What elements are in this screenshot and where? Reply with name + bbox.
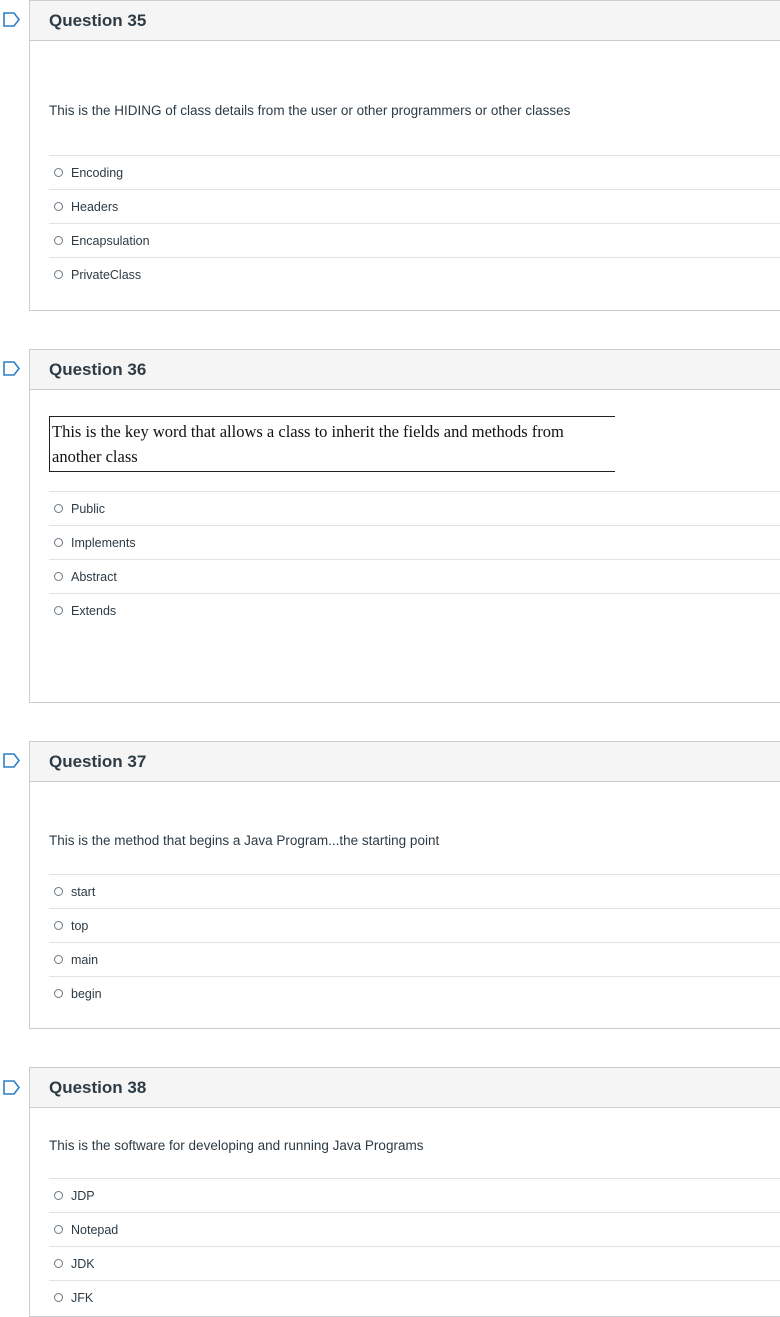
- radio-button-icon[interactable]: [54, 921, 63, 930]
- answer-label: main: [71, 952, 99, 967]
- answer-option[interactable]: begin: [49, 976, 780, 1010]
- radio-button-icon[interactable]: [54, 168, 63, 177]
- radio-button-icon[interactable]: [54, 236, 63, 245]
- answer-label: begin: [71, 986, 102, 1001]
- radio-button-icon[interactable]: [54, 270, 63, 279]
- answer-option[interactable]: Encoding: [49, 155, 780, 189]
- question-card-37: Question 37 This is the method that begi…: [29, 741, 780, 1029]
- answer-option[interactable]: Extends: [49, 593, 780, 627]
- question-header: Question 37: [30, 742, 780, 782]
- answer-label: Encapsulation: [71, 233, 150, 248]
- answer-option[interactable]: PrivateClass: [49, 257, 780, 291]
- radio-button-icon[interactable]: [54, 504, 63, 513]
- question-title: Question 37: [49, 751, 147, 771]
- answer-label: start: [71, 884, 96, 899]
- answer-option[interactable]: start: [49, 874, 780, 908]
- question-header: Question 35: [30, 1, 780, 41]
- answer-label: top: [71, 918, 89, 933]
- radio-button-icon[interactable]: [54, 606, 63, 615]
- answer-option[interactable]: Public: [49, 491, 780, 525]
- question-title: Question 36: [49, 359, 147, 379]
- radio-button-icon[interactable]: [54, 538, 63, 547]
- answer-option[interactable]: Headers: [49, 189, 780, 223]
- answer-option[interactable]: Implements: [49, 525, 780, 559]
- bookmark-flag-icon[interactable]: [3, 12, 20, 27]
- answer-list: Public Implements Abstract Extends: [49, 491, 780, 627]
- bookmark-flag-icon[interactable]: [3, 1080, 20, 1095]
- question-text-line: This is the key word that allows a class…: [52, 422, 564, 441]
- question-title: Question 35: [49, 10, 147, 30]
- question-card-38: Question 38 This is the software for dev…: [29, 1067, 780, 1317]
- bookmark-flag-icon[interactable]: [3, 753, 20, 768]
- answer-option[interactable]: Encapsulation: [49, 223, 780, 257]
- answer-option[interactable]: main: [49, 942, 780, 976]
- answer-label: JDP: [71, 1188, 95, 1203]
- answer-label: Extends: [71, 603, 117, 618]
- answer-option[interactable]: Notepad: [49, 1212, 780, 1246]
- answer-label: JDK: [71, 1256, 95, 1271]
- answer-list: JDP Notepad JDK JFK: [49, 1178, 780, 1314]
- radio-button-icon[interactable]: [54, 572, 63, 581]
- radio-button-icon[interactable]: [54, 1225, 63, 1234]
- answer-label: PrivateClass: [71, 267, 142, 282]
- answer-list: start top main begin: [49, 874, 780, 1010]
- radio-button-icon[interactable]: [54, 1191, 63, 1200]
- answer-label: JFK: [71, 1290, 94, 1305]
- question-header: Question 38: [30, 1068, 780, 1108]
- question-text-line: another class: [52, 447, 138, 466]
- answer-label: Abstract: [71, 569, 117, 584]
- answer-option[interactable]: Abstract: [49, 559, 780, 593]
- radio-button-icon[interactable]: [54, 202, 63, 211]
- answer-option[interactable]: JFK: [49, 1280, 780, 1314]
- radio-button-icon[interactable]: [54, 989, 63, 998]
- question-text: This is the method that begins a Java Pr…: [49, 833, 440, 848]
- answer-option[interactable]: top: [49, 908, 780, 942]
- radio-button-icon[interactable]: [54, 1293, 63, 1302]
- question-text: This is the key word that allows a class…: [49, 416, 615, 472]
- question-card-36: Question 36 This is the key word that al…: [29, 349, 780, 703]
- question-header: Question 36: [30, 350, 780, 390]
- radio-button-icon[interactable]: [54, 887, 63, 896]
- question-text: This is the HIDING of class details from…: [49, 103, 571, 118]
- answer-label: Notepad: [71, 1222, 119, 1237]
- question-card-35: Question 35 This is the HIDING of class …: [29, 0, 780, 311]
- answer-label: Encoding: [71, 165, 124, 180]
- bookmark-flag-icon[interactable]: [3, 361, 20, 376]
- answer-label: Headers: [71, 199, 119, 214]
- question-title: Question 38: [49, 1077, 147, 1097]
- answer-list: Encoding Headers Encapsulation PrivateCl…: [49, 155, 780, 291]
- answer-label: Public: [71, 501, 106, 516]
- radio-button-icon[interactable]: [54, 1259, 63, 1268]
- answer-label: Implements: [71, 535, 136, 550]
- answer-option[interactable]: JDP: [49, 1178, 780, 1212]
- question-text: This is the software for developing and …: [49, 1138, 424, 1153]
- radio-button-icon[interactable]: [54, 955, 63, 964]
- answer-option[interactable]: JDK: [49, 1246, 780, 1280]
